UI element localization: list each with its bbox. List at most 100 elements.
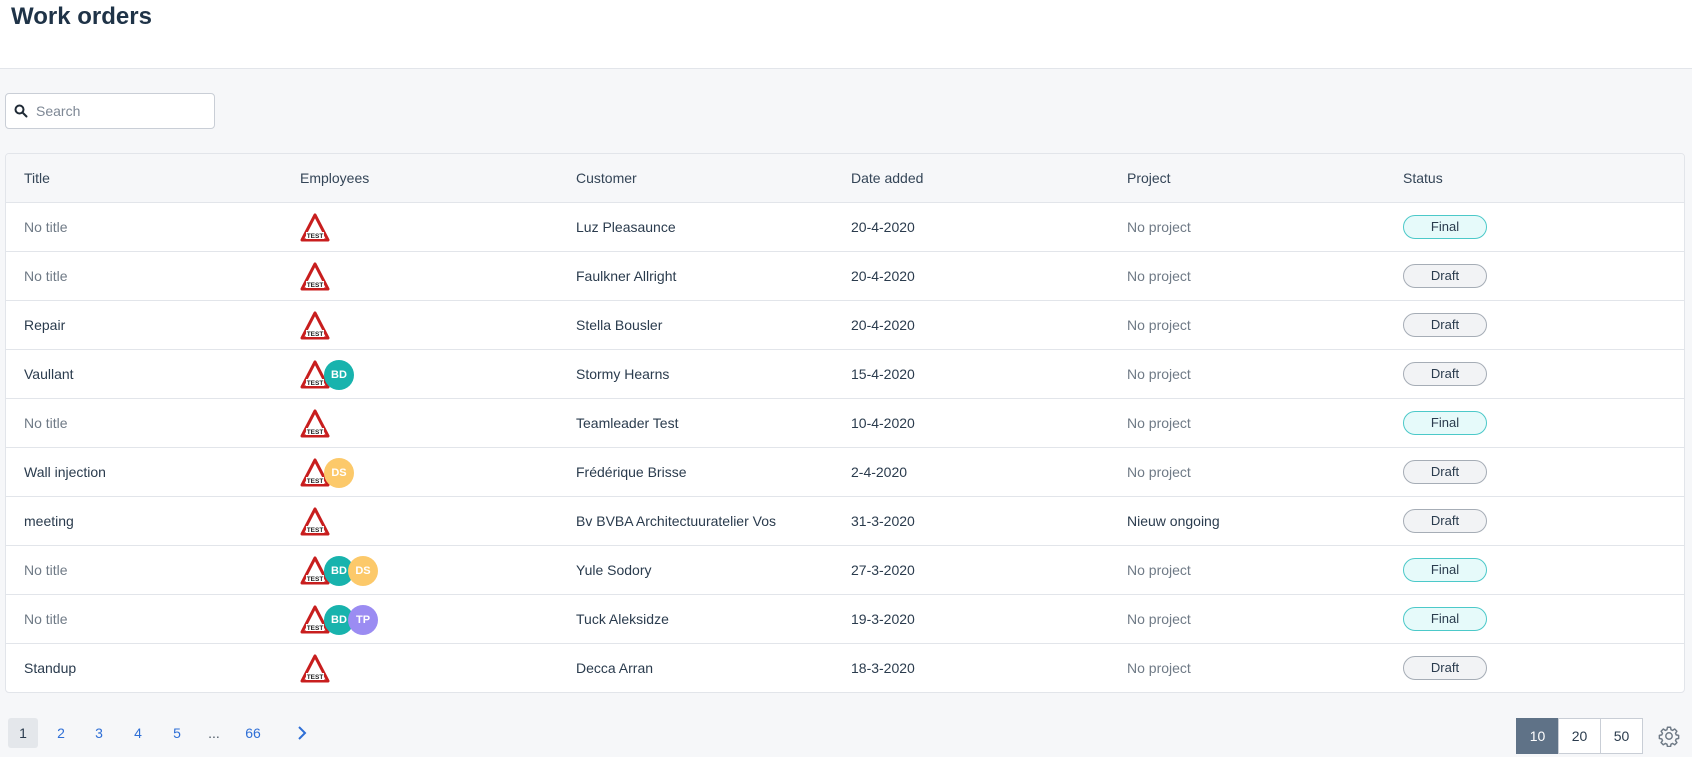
cell-project: No project: [1127, 415, 1191, 431]
svg-text:TEST: TEST: [307, 527, 324, 534]
status-badge: Draft: [1403, 264, 1487, 288]
table-header: Title Employees Customer Date added Proj…: [6, 154, 1684, 203]
status-badge: Draft: [1403, 362, 1487, 386]
avatar: BD: [324, 360, 354, 390]
cell-title: meeting: [24, 513, 74, 529]
cell-project: Nieuw ongoing: [1127, 513, 1220, 529]
header-bar: Work orders: [0, 0, 1692, 69]
svg-text:TEST: TEST: [307, 478, 324, 485]
warning-triangle-icon: TEST: [300, 262, 330, 291]
search-icon: [14, 104, 28, 118]
pagination-ellipsis: ...: [208, 725, 220, 741]
table-body: No title TEST Luz Pleasaunce 20-4-2020 No pr…: [6, 203, 1684, 692]
cell-title: No title: [24, 562, 68, 578]
cell-date-added: 19-3-2020: [851, 611, 915, 627]
cell-project: No project: [1127, 317, 1191, 333]
cell-date-added: 2-4-2020: [851, 464, 908, 480]
cell-title: Vaullant: [24, 366, 74, 382]
warning-triangle-icon: TEST: [300, 311, 330, 340]
cell-customer: Teamleader Test: [576, 415, 679, 431]
page-size-10[interactable]: 10: [1516, 718, 1559, 754]
cell-project: No project: [1127, 366, 1191, 382]
cell-customer: Bv BVBA Architectuuratelier Vos: [576, 513, 776, 529]
page-1[interactable]: 1: [8, 718, 38, 748]
status-badge: Draft: [1403, 509, 1487, 533]
column-header-project[interactable]: Project: [1127, 170, 1171, 186]
table-row[interactable]: Vaullant TEST BD Stormy Hearns 15-4-2020 No p…: [6, 350, 1684, 399]
page-66[interactable]: 66: [235, 718, 271, 748]
warning-triangle-icon: TEST: [300, 654, 330, 683]
cell-title: No title: [24, 415, 68, 431]
status-badge: Final: [1403, 607, 1487, 631]
table-row[interactable]: No title TEST BD TP Tuck Aleksidze 19-3-2020 N…: [6, 595, 1684, 644]
warning-triangle-icon: TEST: [300, 507, 330, 536]
cell-project: No project: [1127, 464, 1191, 480]
cell-customer: Faulkner Allright: [576, 268, 677, 284]
page-size-selector: 10 20 50: [1516, 718, 1643, 754]
column-header-employees[interactable]: Employees: [300, 170, 369, 186]
search-input[interactable]: [36, 94, 212, 128]
warning-triangle-icon: TEST: [300, 213, 330, 242]
page-title: Work orders: [11, 3, 152, 30]
page-size-20[interactable]: 20: [1558, 718, 1601, 754]
column-header-customer[interactable]: Customer: [576, 170, 637, 186]
cell-project: No project: [1127, 611, 1191, 627]
table-row[interactable]: No title TEST Teamleader Test 10-4-2020 No p…: [6, 399, 1684, 448]
table-row[interactable]: Standup TEST Decca Arran 18-3-2020 No projec…: [6, 644, 1684, 692]
status-badge: Draft: [1403, 656, 1487, 680]
page-5[interactable]: 5: [162, 718, 192, 748]
svg-text:TEST: TEST: [307, 233, 324, 240]
column-header-title[interactable]: Title: [24, 170, 50, 186]
svg-text:TEST: TEST: [307, 625, 324, 632]
cell-title: No title: [24, 219, 68, 235]
table-row[interactable]: meeting TEST Bv BVBA Architectuuratelier V…: [6, 497, 1684, 546]
svg-text:TEST: TEST: [307, 282, 324, 289]
table-row[interactable]: Wall injection TEST DS Frédérique Brisse 2-4…: [6, 448, 1684, 497]
svg-text:TEST: TEST: [307, 429, 324, 436]
cell-project: No project: [1127, 268, 1191, 284]
cell-project: No project: [1127, 660, 1191, 676]
status-badge: Final: [1403, 558, 1487, 582]
avatar: DS: [324, 458, 354, 488]
cell-date-added: 20-4-2020: [851, 268, 915, 284]
cell-project: No project: [1127, 562, 1191, 578]
cell-title: No title: [24, 611, 68, 627]
table-row[interactable]: No title TEST BD DS Yule Sodory 27-3-2020 No p…: [6, 546, 1684, 595]
svg-text:TEST: TEST: [307, 331, 324, 338]
column-header-status[interactable]: Status: [1403, 170, 1443, 186]
cell-customer: Luz Pleasaunce: [576, 219, 676, 235]
avatar: DS: [348, 556, 378, 586]
status-badge: Draft: [1403, 460, 1487, 484]
cell-customer: Stella Bousler: [576, 317, 663, 333]
cell-date-added: 10-4-2020: [851, 415, 915, 431]
cell-date-added: 18-3-2020: [851, 660, 915, 676]
status-badge: Final: [1403, 411, 1487, 435]
avatar: TP: [348, 605, 378, 635]
cell-customer: Stormy Hearns: [576, 366, 670, 382]
table-row[interactable]: No title TEST Faulkner Allright 20-4-2020 No…: [6, 252, 1684, 301]
column-header-date-added[interactable]: Date added: [851, 170, 923, 186]
cell-date-added: 20-4-2020: [851, 317, 915, 333]
table-row[interactable]: Repair TEST Stella Bousler 20-4-2020 No proj…: [6, 301, 1684, 350]
page-size-50[interactable]: 50: [1600, 718, 1643, 754]
page-4[interactable]: 4: [123, 718, 153, 748]
cell-customer: Frédérique Brisse: [576, 464, 687, 480]
warning-triangle-icon: TEST: [300, 409, 330, 438]
table-row[interactable]: No title TEST Luz Pleasaunce 20-4-2020 No pr…: [6, 203, 1684, 252]
svg-text:TEST: TEST: [307, 674, 324, 681]
cell-date-added: 15-4-2020: [851, 366, 915, 382]
page-2[interactable]: 2: [46, 718, 76, 748]
status-badge: Final: [1403, 215, 1487, 239]
cell-title: Standup: [24, 660, 77, 676]
chevron-right-icon[interactable]: [287, 718, 317, 748]
cell-customer: Yule Sodory: [576, 562, 652, 578]
page-3[interactable]: 3: [84, 718, 114, 748]
cell-date-added: 27-3-2020: [851, 562, 915, 578]
cell-customer: Decca Arran: [576, 660, 654, 676]
gear-icon[interactable]: [1658, 725, 1680, 747]
work-orders-table: Title Employees Customer Date added Proj…: [5, 153, 1685, 693]
cell-title: No title: [24, 268, 68, 284]
cell-title: Wall injection: [24, 464, 106, 480]
cell-date-added: 31-3-2020: [851, 513, 915, 529]
search-box[interactable]: [5, 93, 215, 129]
